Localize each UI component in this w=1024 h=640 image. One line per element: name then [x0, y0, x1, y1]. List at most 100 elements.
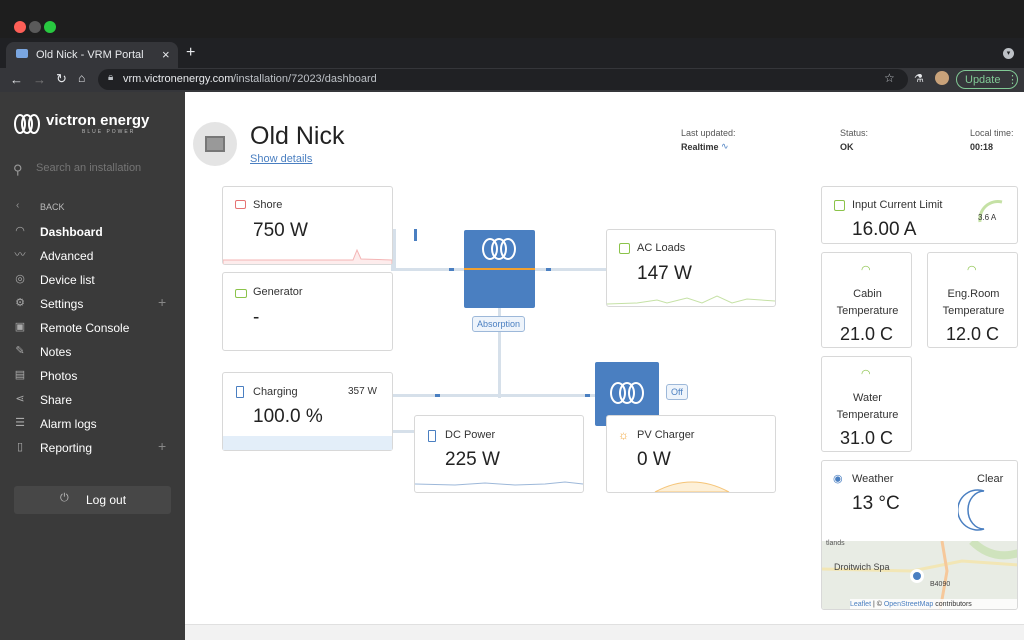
forward-arrow-icon[interactable]: → [33, 72, 46, 87]
sidebar-item-share[interactable]: ⋖ Share [0, 388, 185, 412]
location-map[interactable]: tlands Droitwich Spa B4090 Leaflet | © O… [822, 540, 1017, 609]
show-details-link[interactable]: Show details [250, 153, 312, 165]
alarm-icon: ☰ [15, 417, 25, 429]
back-arrow-icon[interactable]: ← [10, 72, 23, 87]
weather-temp: 13 °C [852, 493, 900, 514]
battery-soc: 100.0 % [253, 406, 323, 427]
pv-charger-card[interactable]: ☼ PV Charger 0 W [606, 415, 776, 493]
gear-icon: ⚙ [15, 297, 25, 309]
chart-icon: 〰 [14, 249, 26, 261]
new-tab-button[interactable]: + [186, 44, 195, 62]
sidebar-item-device-list[interactable]: ◎ Device list [0, 268, 185, 292]
gauge-icon: ◠ [861, 264, 871, 276]
back-link[interactable]: ‹ BACK [0, 198, 185, 216]
cabin-temp-card[interactable]: ◠ Cabin Temperature 21.0 C [821, 252, 912, 348]
realtime-wave-icon: ∿ [721, 141, 729, 151]
battery-power: 357 W [348, 386, 377, 397]
last-updated-value: Realtime [681, 142, 719, 152]
extension-flask-icon[interactable]: ⚗ [914, 72, 924, 85]
ac-loads-value: 147 W [637, 263, 692, 284]
profile-avatar[interactable] [935, 71, 949, 85]
home-icon[interactable]: ⌂ [78, 71, 85, 85]
tab-search-icon[interactable]: ▾ [1003, 48, 1014, 59]
map-attribution: Leaflet | © OpenStreetMap contributors [850, 599, 1017, 609]
weather-card[interactable]: ◉ Weather Clear 13 °C tlands Droitwich S… [821, 460, 1018, 610]
connector-line [391, 430, 415, 433]
search-installation[interactable]: ⚲ [0, 156, 185, 186]
status-value: OK [840, 142, 854, 152]
sidebar-item-label: Remote Console [40, 321, 130, 335]
sidebar-item-advanced[interactable]: 〰 Advanced [0, 244, 185, 268]
flow-dot [546, 268, 551, 271]
flow-dot [435, 394, 440, 397]
sidebar-item-remote-console[interactable]: ▣ Remote Console [0, 316, 185, 340]
attribution-separator: | © [871, 601, 884, 608]
sidebar-item-label: Notes [40, 345, 72, 359]
logout-button[interactable]: ⏻ Log out [14, 486, 171, 514]
url-bar[interactable]: 🔒︎ vrm.victronenergy.com /installation/7… [98, 69, 908, 90]
generator-card[interactable]: Generator - [222, 272, 393, 351]
osm-link[interactable]: OpenStreetMap [884, 601, 933, 608]
close-tab-icon[interactable]: × [162, 47, 170, 62]
gauge-icon: ◠ [861, 368, 871, 380]
map-road-label: B4090 [930, 581, 951, 588]
dc-power-title: DC Power [445, 429, 496, 441]
expand-plus-icon[interactable]: + [158, 294, 166, 310]
installation-avatar[interactable] [193, 122, 237, 166]
browser-tab[interactable]: Old Nick - VRM Portal × [6, 42, 178, 68]
update-button[interactable]: Update ⋮ [956, 70, 1018, 89]
mppt-state-badge: Off [666, 384, 688, 400]
gauge-icon: ◠ [967, 264, 977, 276]
engroom-temp-card[interactable]: ◠ Eng.Room Temperature 12.0 C [927, 252, 1018, 348]
victron-logo-icon [610, 382, 644, 404]
logo-tagline: BLUE POWER [82, 129, 136, 135]
sidebar-item-notes[interactable]: ✎ Notes [0, 340, 185, 364]
window-titlebar [0, 0, 1024, 38]
share-icon: ⋖ [15, 393, 25, 405]
sidebar-item-alarm-logs[interactable]: ☰ Alarm logs [0, 412, 185, 436]
dashboard-main: Old Nick Show details Last updated: Real… [185, 92, 1024, 640]
favicon-icon [16, 49, 28, 58]
cabin-title: Cabin Temperature [836, 288, 899, 317]
sidebar-item-label: Advanced [40, 249, 94, 263]
ac-loads-card[interactable]: AC Loads 147 W [606, 229, 776, 307]
update-label: Update [965, 74, 1001, 86]
close-window-button[interactable] [14, 21, 26, 33]
local-time-label: Local time: [970, 128, 1014, 138]
minimize-window-button[interactable] [29, 21, 41, 33]
charge-state-bar [464, 268, 535, 270]
sidebar-item-label: Alarm logs [40, 417, 97, 431]
maximize-window-button[interactable] [44, 21, 56, 33]
bookmark-star-icon[interactable]: ☆ [884, 71, 895, 85]
ac-outlet-icon [619, 243, 630, 254]
page-title: Old Nick [250, 122, 345, 150]
reload-icon[interactable]: ↻ [56, 71, 67, 87]
sidebar-item-photos[interactable]: ▤ Photos [0, 364, 185, 388]
engroom-title: Eng.Room Temperature [942, 288, 1005, 317]
battery-card[interactable]: Charging 357 W 100.0 % [222, 372, 393, 451]
generator-icon [235, 289, 247, 298]
map-place-label: Droitwich Spa [834, 562, 890, 572]
device-icon [205, 136, 225, 152]
sun-icon: ☼ [618, 428, 629, 442]
sidebar-item-settings[interactable]: ⚙ Settings + [0, 292, 185, 316]
input-limit-title: Input Current Limit [852, 199, 943, 211]
search-input[interactable] [36, 162, 176, 174]
input-current-limit-card[interactable]: Input Current Limit 16.00 A 3.6 A [821, 186, 1018, 244]
victron-logo [12, 112, 42, 136]
expand-plus-icon[interactable]: + [158, 438, 166, 454]
weather-title: Weather [852, 473, 894, 485]
water-temp-card[interactable]: ◠ Water Temperature 31.0 C [821, 356, 912, 452]
pin-icon: ◎ [15, 273, 25, 285]
sidebar-item-reporting[interactable]: ▯ Reporting + [0, 436, 185, 460]
shore-card[interactable]: Shore 750 W [222, 186, 393, 265]
victron-logo-icon [482, 238, 516, 260]
dc-power-card[interactable]: DC Power 225 W [414, 415, 584, 493]
location-marker[interactable] [910, 569, 924, 583]
battery-icon [236, 386, 244, 398]
logout-label: Log out [86, 493, 127, 507]
leaflet-link[interactable]: Leaflet [850, 601, 871, 608]
lock-icon: 🔒︎ [108, 72, 114, 83]
inverter-charger-box[interactable] [464, 230, 535, 308]
sidebar-item-dashboard[interactable]: ◠ Dashboard [0, 220, 185, 244]
